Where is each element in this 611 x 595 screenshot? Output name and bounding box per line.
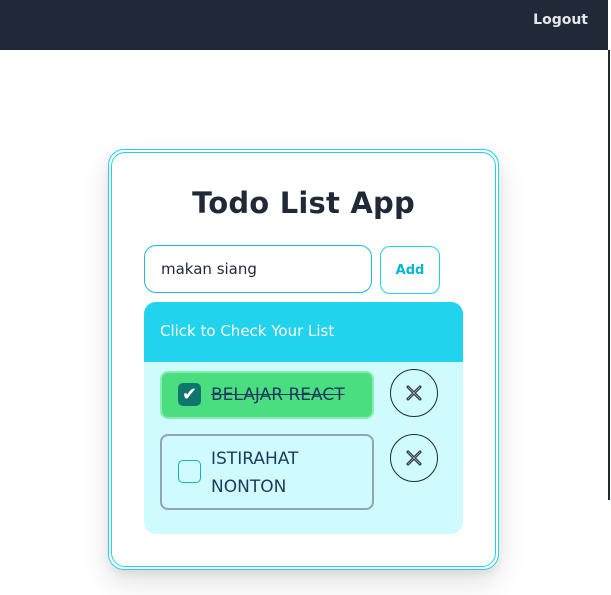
list-header: Click to Check Your List	[144, 302, 463, 362]
delete-item-button[interactable]	[390, 369, 438, 417]
todo-input[interactable]	[144, 245, 372, 293]
close-x-icon	[406, 450, 422, 466]
close-x-icon	[406, 385, 422, 401]
item-checkbox-checked[interactable]: ✔	[178, 383, 201, 406]
page-title: Todo List App	[192, 186, 415, 220]
item-checkbox-unchecked[interactable]	[178, 460, 201, 483]
todo-item-label: ISTIRAHAT NONTON	[211, 449, 299, 497]
todo-list-panel: Click to Check Your List ✔ BELAJAR REACT…	[144, 302, 463, 534]
todo-item-checked[interactable]: ✔ BELAJAR REACT	[160, 371, 374, 419]
delete-item-button[interactable]	[390, 434, 438, 482]
check-icon: ✔	[182, 384, 198, 405]
todo-item-label: BELAJAR REACT	[211, 385, 345, 405]
todo-item-unchecked[interactable]: ISTIRAHAT NONTON	[160, 434, 374, 510]
todo-card: Todo List App Add Click to Check Your Li…	[108, 149, 499, 570]
top-navbar: Logout	[0, 0, 608, 50]
logout-link[interactable]: Logout	[533, 11, 588, 29]
page-edge-divider	[608, 50, 610, 500]
add-button[interactable]: Add	[380, 246, 440, 294]
